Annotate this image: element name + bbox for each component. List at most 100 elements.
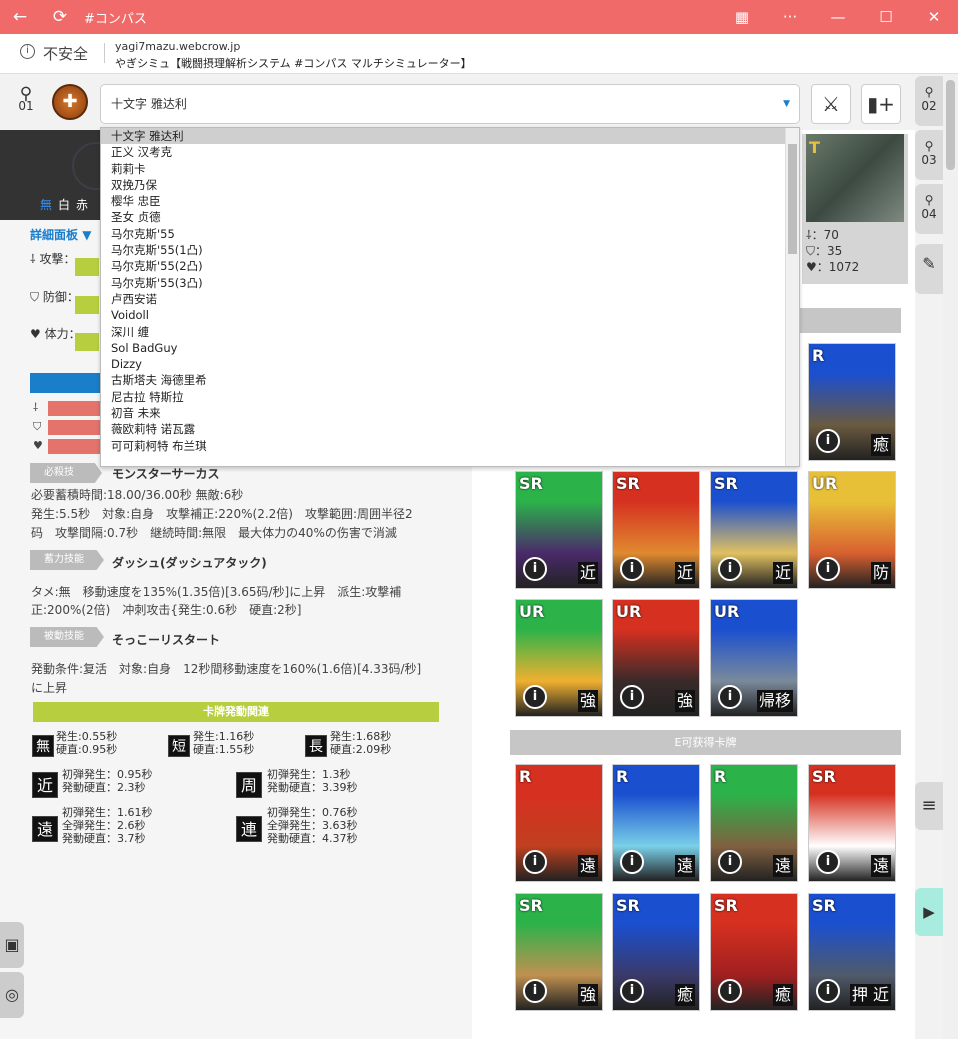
tab-label: 02 [921, 99, 937, 113]
tool-tab[interactable]: ✎ [915, 244, 943, 294]
dropdown-option[interactable]: 圣女 贞德 [101, 209, 799, 225]
info-icon[interactable]: i [620, 850, 644, 874]
selected-card-preview[interactable]: T ⸸：70 ⛉：35 ♥：1072 [802, 134, 908, 284]
card[interactable]: SR i 近 [612, 471, 700, 589]
card-add-icon: ▮+ [867, 92, 895, 116]
info-icon[interactable]: i [523, 557, 547, 581]
dropdown-option[interactable]: 古斯塔夫 海德里希 [101, 372, 799, 388]
dropdown-option[interactable]: 樱华 忠臣 [101, 193, 799, 209]
character-select-value: 十文字 雅达利 [111, 97, 187, 111]
url-text[interactable]: yagi7mazu.webcrow.jp [115, 40, 240, 53]
skill-text-1: 必要蓄積時間:18.00/36.00秒 無敵:6秒 [31, 488, 244, 502]
play-tab[interactable]: ▶ [915, 888, 943, 936]
list-tab[interactable]: ≡ [915, 782, 943, 830]
dropdown-scroll-thumb[interactable] [788, 144, 797, 254]
card[interactable]: UR i 強 [515, 599, 603, 717]
scroll-thumb[interactable] [946, 80, 955, 170]
more-icon[interactable]: ··· [766, 0, 814, 34]
player-indicator[interactable]: ⚲ 01 [14, 86, 38, 113]
info-icon[interactable]: i [523, 685, 547, 709]
dropdown-option[interactable]: 正义 汉考克 [101, 144, 799, 160]
card-type: 近 [577, 562, 598, 584]
info-icon[interactable]: i [718, 557, 742, 581]
dropdown-option[interactable]: 卢西安诺 [101, 291, 799, 307]
attribute-none[interactable]: 無 [40, 198, 58, 212]
dropdown-option[interactable]: 薇欧莉特 诺瓦露 [101, 421, 799, 437]
attribute-red[interactable]: 赤 [76, 198, 94, 212]
info-icon[interactable]: i [523, 850, 547, 874]
character-role-icon[interactable]: ✚ [52, 84, 88, 120]
sword-icon: ⸸ [30, 252, 36, 266]
card[interactable]: SR i 癒 [710, 893, 798, 1011]
hero-button[interactable]: ⚔ [811, 84, 851, 124]
dropdown-option[interactable]: Voidoll [101, 307, 799, 323]
kind-long-text: 発生:1.68秒 硬直:2.09秒 [330, 730, 392, 756]
card[interactable]: UR i 防 [808, 471, 896, 589]
card-add-button[interactable]: ▮+ [861, 84, 901, 124]
dropdown-option[interactable]: Dizzy [101, 356, 799, 372]
kind-near-text: 初弾発生：0.95秒 発動硬直：2.3秒 [62, 768, 153, 794]
card[interactable]: SR i 近 [710, 471, 798, 589]
dropdown-option[interactable]: 马尔克斯'55(3凸) [101, 275, 799, 291]
card[interactable]: Ri 遠 [612, 764, 700, 882]
card-art [806, 134, 904, 222]
info-icon[interactable]: i [816, 850, 840, 874]
info-icon[interactable]: i [523, 979, 547, 1003]
info-icon[interactable]: i [718, 685, 742, 709]
dropdown-option[interactable]: Sol BadGuy [101, 340, 799, 356]
dropdown-scrollbar[interactable] [785, 128, 799, 466]
deck-tab[interactable]: ▣ [0, 922, 24, 968]
card[interactable]: Ri 遠 [515, 764, 603, 882]
minimize-button[interactable]: — [814, 0, 862, 34]
attribute-white[interactable]: 白 [58, 198, 76, 212]
attack-red-bar [48, 401, 100, 416]
dropdown-option[interactable]: 深川 缠 [101, 324, 799, 340]
dropdown-option[interactable]: 双挽乃保 [101, 177, 799, 193]
info-icon[interactable]: i [20, 44, 35, 59]
dropdown-option[interactable]: 莉莉卡 [101, 161, 799, 177]
back-icon[interactable]: ← [0, 0, 40, 34]
refresh-icon[interactable]: ⟳ [40, 0, 80, 34]
card[interactable]: SR i 遠 [808, 764, 896, 882]
maximize-button[interactable]: ☐ [862, 0, 910, 34]
card[interactable]: Ri 遠 [710, 764, 798, 882]
tab-player-03[interactable]: ⚲ 03 [915, 130, 943, 180]
card[interactable]: SR i 癒 [612, 893, 700, 1011]
card-type: 遠 [674, 855, 695, 877]
close-button[interactable]: ✕ [910, 0, 958, 34]
defense-red-bar [48, 420, 100, 435]
dropdown-option[interactable]: 马尔克斯'55(1凸) [101, 242, 799, 258]
character-dropdown[interactable]: 十文字 雅达利 正义 汉考克 莉莉卡 双挽乃保 樱华 忠臣 圣女 贞德 马尔克斯'55 马尔克… [100, 127, 800, 467]
card[interactable]: UR i 強 [612, 599, 700, 717]
info-icon[interactable]: i [620, 557, 644, 581]
skill-label: 必殺技 [30, 463, 102, 483]
dropdown-option[interactable]: 马尔克斯'55(2凸) [101, 258, 799, 274]
target-tab[interactable]: ◎ [0, 972, 24, 1018]
attribute-row: 無白赤 [40, 196, 94, 213]
card[interactable]: SR i 押 近 [808, 893, 896, 1011]
card[interactable]: UR i 帰移 [710, 599, 798, 717]
info-icon[interactable]: i [718, 850, 742, 874]
info-icon[interactable]: i [620, 979, 644, 1003]
dropdown-option[interactable]: 马尔克斯'55 [101, 226, 799, 242]
dropdown-option[interactable]: 初音 未来 [101, 405, 799, 421]
character-select[interactable]: 十文字 雅达利 ▼ [100, 84, 800, 124]
info-icon[interactable]: i [816, 429, 840, 453]
tab-player-04[interactable]: ⚲ 04 [915, 184, 943, 234]
card[interactable]: SR i 近 [515, 471, 603, 589]
tab-player-02[interactable]: ⚲ 02 [915, 76, 943, 126]
info-icon[interactable]: i [816, 979, 840, 1003]
dropdown-option[interactable]: 尼古拉 特斯拉 [101, 389, 799, 405]
info-icon[interactable]: i [718, 979, 742, 1003]
dropdown-option[interactable]: 可可莉柯特 布兰琪 [101, 438, 799, 454]
dropdown-option[interactable]: 十文字 雅达利 [101, 128, 799, 145]
detail-panel-toggle[interactable]: 詳細面板 ▼ [30, 226, 91, 243]
card[interactable]: SR i 強 [515, 893, 603, 1011]
card[interactable]: Ri 癒 [808, 343, 896, 461]
security-label[interactable]: 不安全 [43, 43, 88, 64]
qr-icon[interactable]: ▦ [718, 0, 766, 34]
info-icon[interactable]: i [816, 557, 840, 581]
page-scrollbar[interactable] [943, 74, 958, 1039]
kind-chain-text: 初弾発生：0.76秒 全弾発生：3.63秒 発動硬直：4.37秒 [267, 806, 358, 845]
info-icon[interactable]: i [620, 685, 644, 709]
